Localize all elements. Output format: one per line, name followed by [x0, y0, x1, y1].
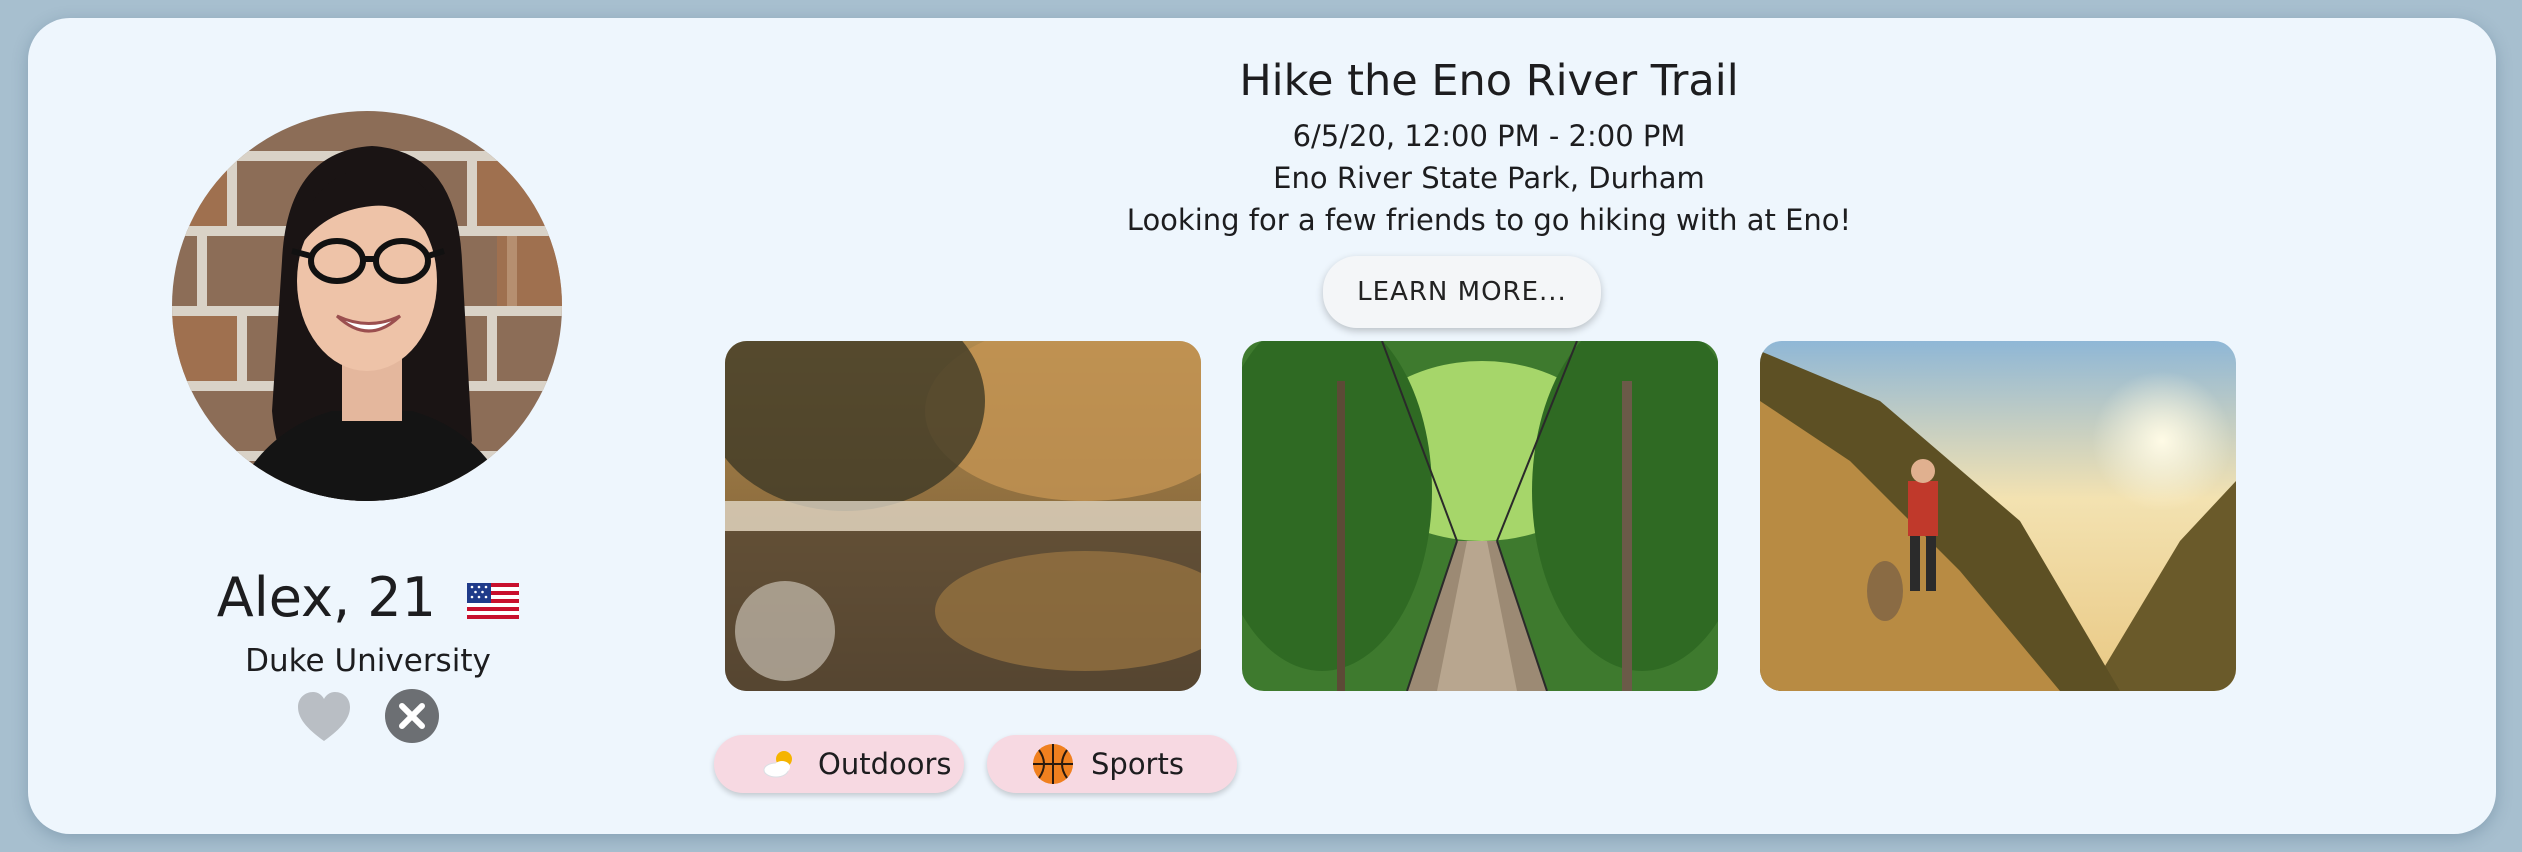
tag-sports[interactable]: Sports	[987, 735, 1237, 793]
event-photo-hikers	[1760, 341, 2236, 691]
partly-cloudy-icon	[758, 742, 802, 786]
tag-sports-label: Sports	[1091, 747, 1184, 781]
event-photo-river	[725, 341, 1201, 691]
basketball-icon	[1031, 742, 1075, 786]
profile-name-age: Alex, 21	[216, 566, 437, 629]
profile-school: Duke University	[245, 643, 491, 679]
profile-avatar	[172, 111, 562, 501]
event-location: Eno River State Park, Durham	[1273, 161, 1705, 195]
learn-more-button[interactable]: LEARN MORE...	[1323, 256, 1601, 328]
tag-outdoors-label: Outdoors	[818, 747, 952, 781]
us-flag-icon	[467, 566, 520, 636]
like-button[interactable]	[296, 690, 352, 746]
event-description: Looking for a few friends to go hiking w…	[1126, 203, 1852, 237]
tag-outdoors[interactable]: Outdoors	[714, 735, 964, 793]
event-datetime: 6/5/20, 12:00 PM - 2:00 PM	[1292, 119, 1686, 153]
event-card: Alex, 21 Duke University Hike the Eno Ri…	[28, 18, 2496, 834]
profile-name-row: Alex, 21	[28, 563, 708, 636]
event-photo-bridge	[1242, 341, 1718, 691]
event-title: Hike the Eno River Trail	[1239, 56, 1739, 106]
heart-icon	[298, 692, 350, 741]
dismiss-button[interactable]	[385, 689, 439, 743]
close-icon	[399, 703, 425, 729]
